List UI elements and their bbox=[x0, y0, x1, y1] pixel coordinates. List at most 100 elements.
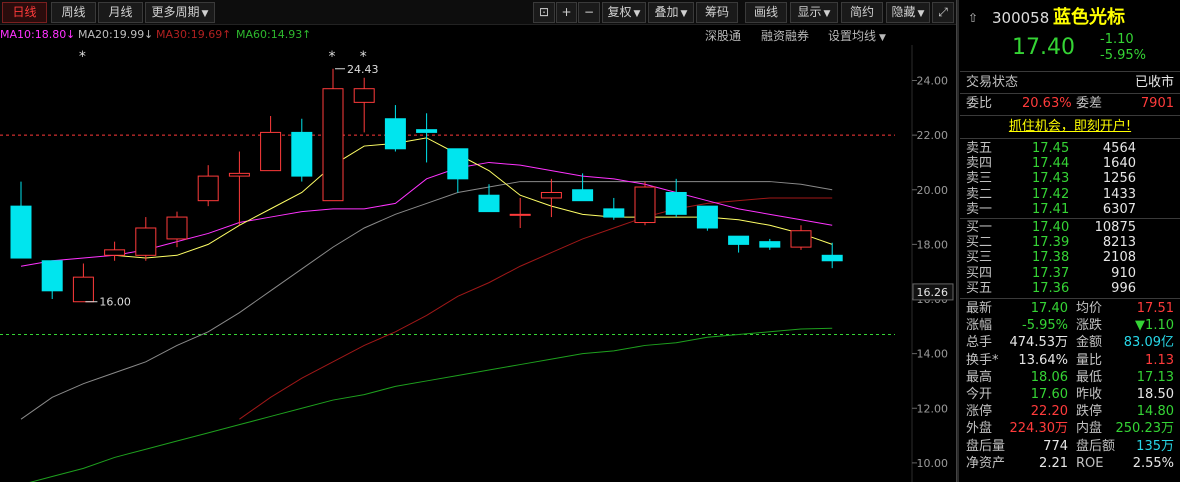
bid-volume: 2108 bbox=[1102, 250, 1136, 266]
bid-price: 17.37 bbox=[1032, 265, 1070, 281]
overlay-dropdown[interactable]: 叠加 ▼ bbox=[648, 2, 694, 23]
stat-label: 昨收 bbox=[1076, 387, 1103, 402]
candle-down bbox=[416, 129, 438, 133]
y-tick-label: 12.00 bbox=[917, 402, 949, 415]
ask-row[interactable]: 卖三 17.43 1256 bbox=[960, 171, 1180, 187]
ask-volume: 1433 bbox=[1102, 186, 1136, 202]
expand-icon[interactable]: ⤢ bbox=[932, 2, 954, 23]
candle-up bbox=[260, 131, 282, 172]
price-change: -1.10 bbox=[1100, 32, 1134, 47]
ma60-arrow-icon: ↑ bbox=[302, 28, 312, 41]
expand-arrow-icon[interactable]: ⇧ bbox=[968, 7, 978, 29]
y-tick-label: 22.00 bbox=[917, 129, 949, 142]
tab-weekly[interactable]: 周线 bbox=[51, 2, 96, 23]
bid-price: 17.38 bbox=[1032, 250, 1070, 266]
caret-down-icon: ▼ bbox=[201, 9, 209, 19]
ask-label: 卖五 bbox=[966, 141, 993, 156]
display-dropdown[interactable]: 显示 ▼ bbox=[790, 2, 838, 23]
stat-label: 内盘 bbox=[1076, 421, 1103, 437]
adjust-dropdown[interactable]: 复权 ▼ bbox=[602, 2, 646, 23]
stat-value: 18.06 bbox=[1030, 369, 1068, 385]
stat-value: 17.51 bbox=[1136, 301, 1174, 316]
chips-button[interactable]: 筹码 bbox=[696, 2, 738, 23]
last-price-tag: 16.26 bbox=[917, 286, 949, 299]
stat-label: 换手* bbox=[966, 352, 999, 368]
ask-row[interactable]: 卖四 17.44 1640 bbox=[960, 156, 1180, 172]
ask-row[interactable]: 卖一 17.41 6307 bbox=[960, 202, 1180, 218]
bid-price: 17.36 bbox=[1032, 280, 1070, 296]
chart-toolbar: 日线 周线 月线 更多周期 ▼ ⊡ + − 复权 ▼ 叠加 ▼ 筹码 画线 显示 ▼ 简… bbox=[0, 0, 958, 25]
stat-value: 1.13 bbox=[1145, 352, 1174, 368]
zoom-in-icon[interactable]: + bbox=[556, 2, 577, 23]
stat-value: 17.40 bbox=[1030, 301, 1068, 316]
candle-up bbox=[72, 276, 94, 303]
ma20-arrow-icon: ↓ bbox=[144, 28, 154, 41]
set-ma-label: 设置均线 bbox=[828, 29, 877, 43]
open-account-link[interactable]: 抓住机会，即刻开户! bbox=[960, 119, 1180, 135]
tab-daily[interactable]: 日线 bbox=[2, 2, 47, 23]
hide-dropdown[interactable]: 隐藏 ▼ bbox=[886, 2, 930, 23]
zoom-out-icon[interactable]: − bbox=[578, 2, 600, 23]
stock-code: 300058 bbox=[992, 9, 1050, 27]
caret-down-icon: ▼ bbox=[823, 9, 831, 19]
lock-icon[interactable]: ⊡ bbox=[533, 2, 555, 23]
stat-value: 2.55% bbox=[1132, 455, 1174, 471]
stat-value: 14.80 bbox=[1136, 404, 1174, 420]
hk-connect-link[interactable]: 深股通 bbox=[705, 27, 741, 44]
kline-chart[interactable]: 24.00 22.00 20.00 18.00 16.00 14.00 12.00 10.00… bbox=[0, 45, 956, 482]
ask-price: 17.43 bbox=[1032, 171, 1070, 187]
ask-label: 卖四 bbox=[966, 156, 993, 172]
draw-button[interactable]: 画线 bbox=[745, 2, 787, 23]
set-ma-link[interactable]: 设置均线 ▼ bbox=[828, 27, 886, 44]
caret-down-icon: ▼ bbox=[917, 9, 925, 19]
bid-row[interactable]: 买二 17.39 8213 bbox=[960, 235, 1180, 251]
stat-label: 跌停 bbox=[1076, 404, 1103, 420]
stat-label: 最低 bbox=[1076, 369, 1103, 385]
display-label: 显示 bbox=[797, 5, 822, 19]
candle-up bbox=[166, 216, 188, 240]
stat-value: 774 bbox=[1043, 438, 1068, 454]
bid-price: 17.40 bbox=[1032, 220, 1070, 235]
ma30-arrow-icon: ↑ bbox=[222, 28, 232, 41]
ask-row[interactable]: 卖五 17.45 4564 bbox=[960, 141, 1180, 157]
candle-up bbox=[509, 213, 531, 216]
y-tick-label: 10.00 bbox=[917, 457, 949, 470]
candle-down bbox=[41, 260, 63, 292]
bid-volume: 10875 bbox=[1094, 220, 1136, 235]
candle-down bbox=[759, 241, 781, 248]
more-periods-dropdown[interactable]: 更多周期 ▼ bbox=[145, 2, 215, 23]
event-marker-icon[interactable]: * bbox=[360, 49, 367, 65]
bid-label: 买二 bbox=[966, 235, 993, 251]
stat-label: 涨停 bbox=[966, 404, 993, 420]
ask-row[interactable]: 卖二 17.42 1433 bbox=[960, 187, 1180, 203]
bid-row[interactable]: 买三 17.38 2108 bbox=[960, 250, 1180, 266]
panel-divider[interactable] bbox=[956, 0, 959, 482]
candle-up bbox=[634, 186, 656, 224]
bid-row[interactable]: 买一 17.40 10875 bbox=[960, 220, 1180, 236]
divider bbox=[960, 138, 1180, 139]
ask-volume: 6307 bbox=[1102, 201, 1136, 217]
stat-label: 总手 bbox=[966, 335, 993, 351]
stat-value: -5.95% bbox=[1022, 318, 1068, 334]
candle-down bbox=[384, 118, 406, 150]
y-tick-label: 20.00 bbox=[917, 184, 949, 197]
stat-value: 17.60 bbox=[1030, 387, 1068, 402]
stat-label: 量比 bbox=[1076, 352, 1103, 368]
bid-row[interactable]: 买五 17.36 996 bbox=[960, 281, 1180, 297]
margin-trading-link[interactable]: 融资融券 bbox=[761, 27, 809, 44]
stat-label: 盘后量 bbox=[966, 438, 1006, 454]
simple-button[interactable]: 简约 bbox=[841, 2, 883, 23]
stat-value: 474.53万 bbox=[1009, 335, 1069, 351]
tab-monthly[interactable]: 月线 bbox=[98, 2, 143, 23]
ask-label: 卖三 bbox=[966, 171, 993, 187]
stat-label: 涨跌 bbox=[1076, 318, 1103, 334]
bid-row[interactable]: 买四 17.37 910 bbox=[960, 266, 1180, 282]
y-tick-label: 24.00 bbox=[917, 75, 949, 88]
ma10-line bbox=[114, 137, 833, 259]
stat-row: 最新 17.40 均价 17.51 bbox=[960, 301, 1180, 317]
ask-price: 17.41 bbox=[1032, 201, 1070, 217]
committee-diff: 7901 bbox=[1140, 96, 1174, 111]
event-marker-icon[interactable]: * bbox=[79, 49, 86, 65]
event-marker-icon[interactable]: * bbox=[329, 49, 336, 65]
bid-volume: 8213 bbox=[1102, 235, 1136, 251]
